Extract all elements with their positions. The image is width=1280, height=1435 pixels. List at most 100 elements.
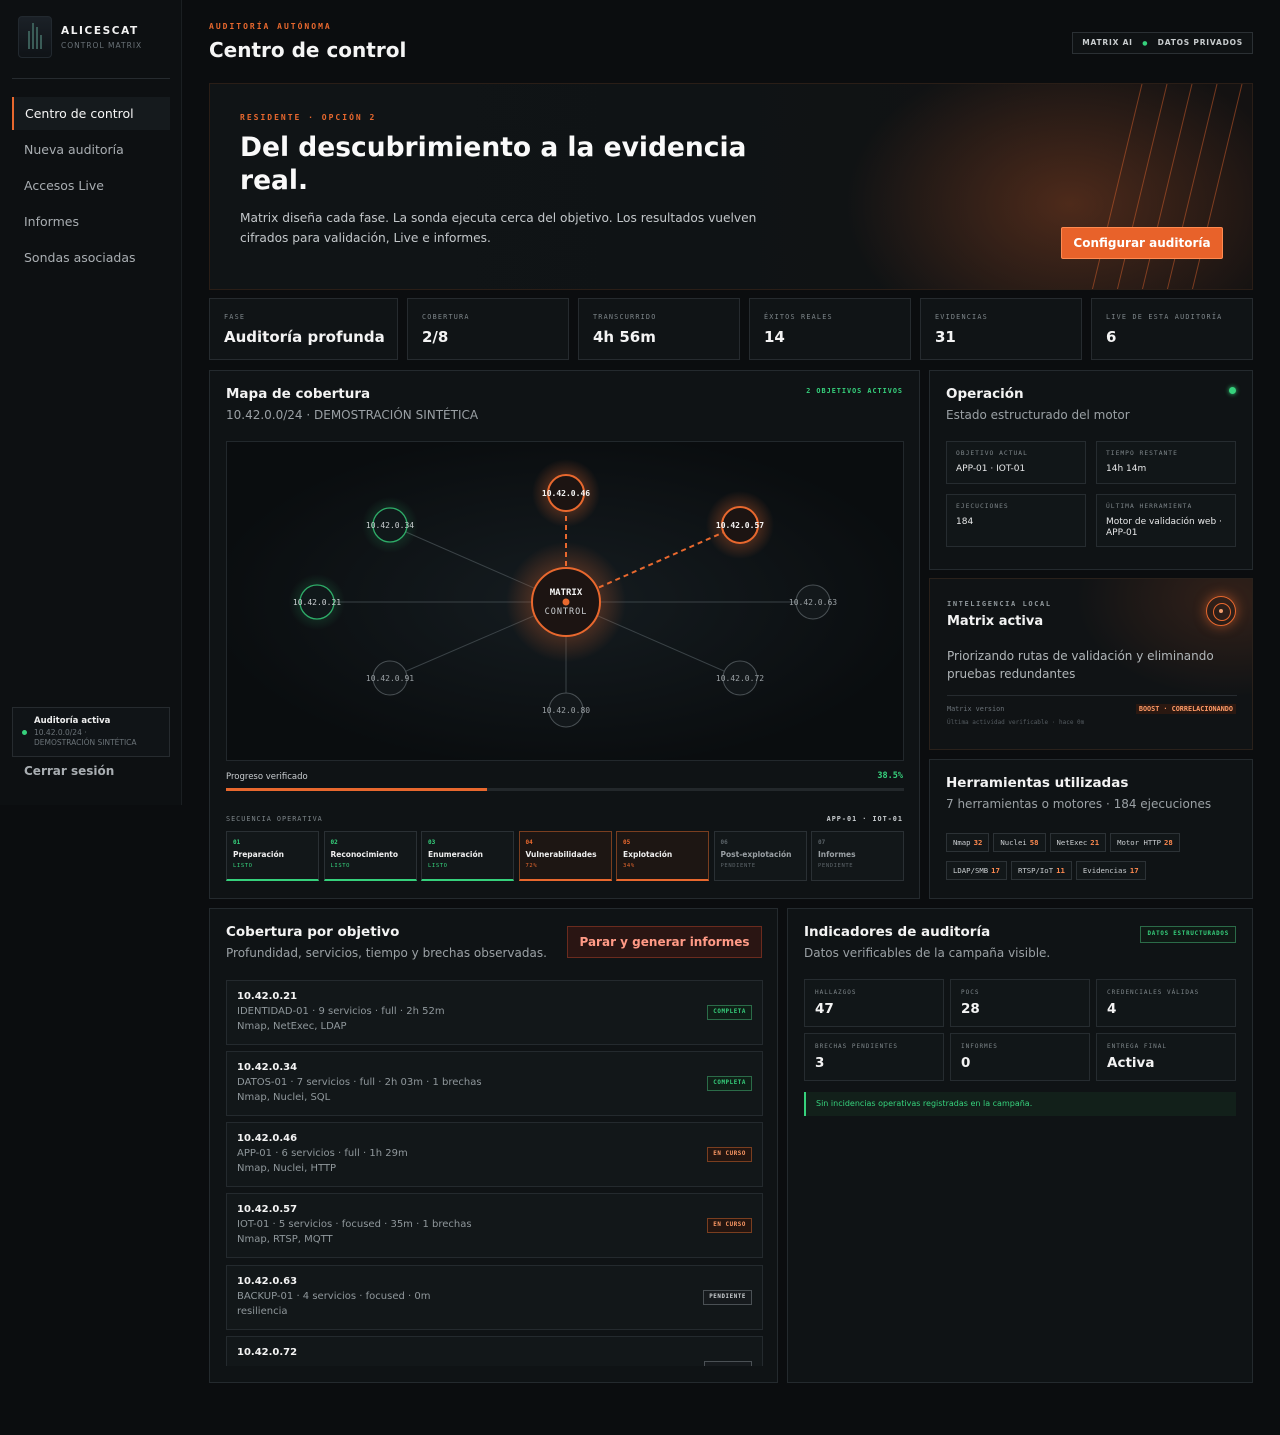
step-number: 03 [428, 839, 436, 846]
map-node-10-42-0-57[interactable]: 10.42.0.57 [706, 491, 774, 559]
progress-value: 38.5% [877, 771, 903, 781]
tools-title: Herramientas utilizadas [946, 775, 1129, 791]
step-title: Explotación [623, 850, 673, 859]
step-explotacion[interactable]: 05 Explotación 34% [616, 831, 709, 881]
step-title: Preparación [233, 850, 284, 859]
hero-eyebrow: RESIDENTE · OPCIÓN 2 [240, 113, 377, 122]
coverage-title: Cobertura por objetivo [226, 924, 400, 940]
tool-tag[interactable]: RTSP/IoT 11 [1010, 861, 1072, 880]
op-card-label: TIEMPO RESTANTE [1106, 450, 1178, 457]
indicator-hallazgos: HALLAZGOS 47 [804, 979, 944, 1027]
indicator-label: BRECHAS PENDIENTES [815, 1043, 899, 1050]
sidebar-item-sondas-asociadas[interactable]: Sondas asociadas [12, 241, 170, 274]
map-node-10-42-0-63[interactable]: 10.42.0.63 [789, 584, 837, 620]
operation-subtitle: Estado estructurado del motor [946, 408, 1130, 422]
stat-value: 6 [1106, 328, 1117, 346]
sidebar-item-accesos-live[interactable]: Accesos Live [12, 169, 170, 202]
target-row[interactable]: 10.42.0.63 BACKUP-01 · 4 servicios · foc… [226, 1265, 763, 1330]
step-reconocimiento[interactable]: 02 Reconocimiento LISTO [323, 831, 417, 881]
step-title: Reconocimiento [330, 850, 399, 859]
sidebar-item-informes[interactable]: Informes [12, 205, 170, 238]
step-preparacion[interactable]: 01 Preparación LISTO [226, 831, 319, 881]
map-node-10-42-0-34[interactable]: 10.42.0.34 [362, 497, 418, 553]
map-node-10-42-0-46[interactable]: 10.42.0.46 [532, 459, 600, 527]
stat-live: LIVE DE ESTA AUDITORÍA 6 [1091, 298, 1253, 360]
op-card-value: Motor de validación web · APP-01 [1106, 517, 1222, 538]
tool-tag[interactable]: Nuclei 58 [993, 833, 1046, 852]
op-card-tiempo: TIEMPO RESTANTE 14h 14m [1096, 441, 1236, 484]
map-node-10-42-0-91[interactable]: 10.42.0.91 [366, 660, 414, 696]
page-eyebrow: AUDITORÍA AUTÓNOMA [209, 22, 332, 31]
target-row[interactable]: 10.42.0.46 APP-01 · 6 servicios · full ·… [226, 1122, 763, 1187]
target-tools: Nmap, Nuclei, HTTP [237, 1163, 337, 1174]
step-number: 04 [525, 839, 533, 846]
map-node-10-42-0-80[interactable]: 10.42.0.80 [542, 692, 590, 728]
map-node-10-42-0-72[interactable]: 10.42.0.72 [716, 660, 764, 696]
step-status: LISTO [233, 863, 253, 869]
node-label: 10.42.0.72 [716, 674, 764, 683]
map-node-10-42-0-21[interactable]: 10.42.0.21 [289, 574, 345, 630]
stat-evidencias: EVIDENCIAS 31 [920, 298, 1082, 360]
step-post-explotacion[interactable]: 06 Post-explotación PENDIENTE [713, 831, 807, 881]
brand[interactable]: ALICESCAT CONTROL MATRIX [18, 16, 142, 58]
tool-tag[interactable]: Evidencias 17 [1075, 861, 1146, 880]
map-title: Mapa de cobertura [226, 386, 371, 402]
active-audit-card[interactable]: Auditoría activa 10.42.0.0/24 · DEMOSTRA… [12, 707, 170, 757]
node-label: 10.42.0.63 [789, 598, 837, 607]
target-row[interactable]: 10.42.0.21 IDENTIDAD-01 · 9 servicios · … [226, 980, 763, 1045]
target-row[interactable]: 10.42.0.72 [226, 1336, 763, 1366]
target-ip: 10.42.0.72 [237, 1347, 298, 1358]
tool-tag[interactable]: Nmap 32 [946, 833, 990, 852]
indicator-value: 47 [815, 1001, 834, 1017]
hero-banner: RESIDENTE · OPCIÓN 2 Del descubrimiento … [209, 83, 1253, 290]
status-badge: COMPLETA [707, 1005, 752, 1020]
tool-tag[interactable]: Motor HTTP 28 [1110, 833, 1180, 852]
privacy-chip-left: MATRIX AI [1082, 38, 1133, 47]
stat-cobertura: COBERTURA 2/8 [407, 298, 569, 360]
target-row[interactable]: 10.42.0.34 DATOS-01 · 7 servicios · full… [226, 1051, 763, 1116]
target-row[interactable]: 10.42.0.57 IOT-01 · 5 servicios · focuse… [226, 1193, 763, 1258]
engine-status-icon [1229, 387, 1236, 394]
status-badge [704, 1361, 752, 1366]
step-informes[interactable]: 07 Informes PENDIENTE [811, 831, 904, 881]
configure-audit-button[interactable]: Configurar auditoría [1061, 227, 1223, 259]
step-status: PENDIENTE [818, 863, 854, 869]
target-tools: Nmap, NetExec, LDAP [237, 1021, 347, 1032]
target-detail: DATOS-01 · 7 servicios · full · 2h 03m ·… [237, 1077, 482, 1088]
target-list: 10.42.0.21 IDENTIDAD-01 · 9 servicios · … [226, 980, 763, 1366]
tool-tag[interactable]: NetExec 21 [1049, 833, 1107, 852]
stop-and-generate-reports-button[interactable]: Parar y generar informes [567, 926, 762, 958]
stat-label: COBERTURA [422, 313, 470, 321]
coverage-map-panel: Mapa de cobertura 10.42.0.0/24 · DEMOSTR… [209, 370, 920, 899]
sidebar-item-nueva-auditoria[interactable]: Nueva auditoría [12, 133, 170, 166]
step-number: 01 [233, 839, 241, 846]
tool-tag[interactable]: LDAP/SMB 17 [946, 861, 1007, 880]
op-card-value: 14h 14m [1106, 464, 1147, 474]
target-ip: 10.42.0.63 [237, 1276, 298, 1287]
step-title: Enumeración [428, 850, 483, 859]
sidebar-nav: Centro de control Nueva auditoría Acceso… [12, 97, 170, 277]
logout-button[interactable]: Cerrar sesión [24, 764, 114, 778]
step-enumeracion[interactable]: 03 Enumeración LISTO [421, 831, 514, 881]
step-number: 06 [720, 839, 728, 846]
sequence-targets: APP-01 · IOT-01 [826, 815, 903, 823]
step-vulnerabilidades[interactable]: 04 Vulnerabilidades 72% [518, 831, 612, 881]
intel-description: Priorizando rutas de validación y elimin… [947, 649, 1214, 681]
target-detail: IDENTIDAD-01 · 9 servicios · full · 2h 5… [237, 1006, 445, 1017]
operation-panel: Operación Estado estructurado del motor … [929, 370, 1253, 570]
no-incidents-banner: Sin incidencias operativas registradas e… [804, 1092, 1236, 1116]
sidebar-item-centro-de-control[interactable]: Centro de control [12, 97, 170, 130]
stat-label: TRANSCURRIDO [593, 313, 657, 321]
target-detail: APP-01 · 6 servicios · full · 1h 29m [237, 1148, 408, 1159]
progress-label: Progreso verificado [226, 772, 308, 782]
step-number: 07 [818, 839, 826, 846]
target-tools: resiliencia [237, 1306, 288, 1317]
op-card-label: OBJETIVO ACTUAL [956, 450, 1028, 457]
operation-title: Operación [946, 386, 1024, 402]
indicator-label: POCS [961, 989, 980, 996]
target-ip: 10.42.0.57 [237, 1204, 298, 1215]
audit-indicators-panel: Indicadores de auditoría Datos verificab… [787, 908, 1253, 1383]
tools-subtitle: 7 herramientas o motores · 184 ejecucion… [946, 797, 1212, 811]
network-map[interactable]: MATRIX CONTROL 10.42.0.46 10.42.0.34 10.… [226, 441, 904, 761]
op-card-objetivo: OBJETIVO ACTUAL APP-01 · IOT-01 [946, 441, 1086, 484]
